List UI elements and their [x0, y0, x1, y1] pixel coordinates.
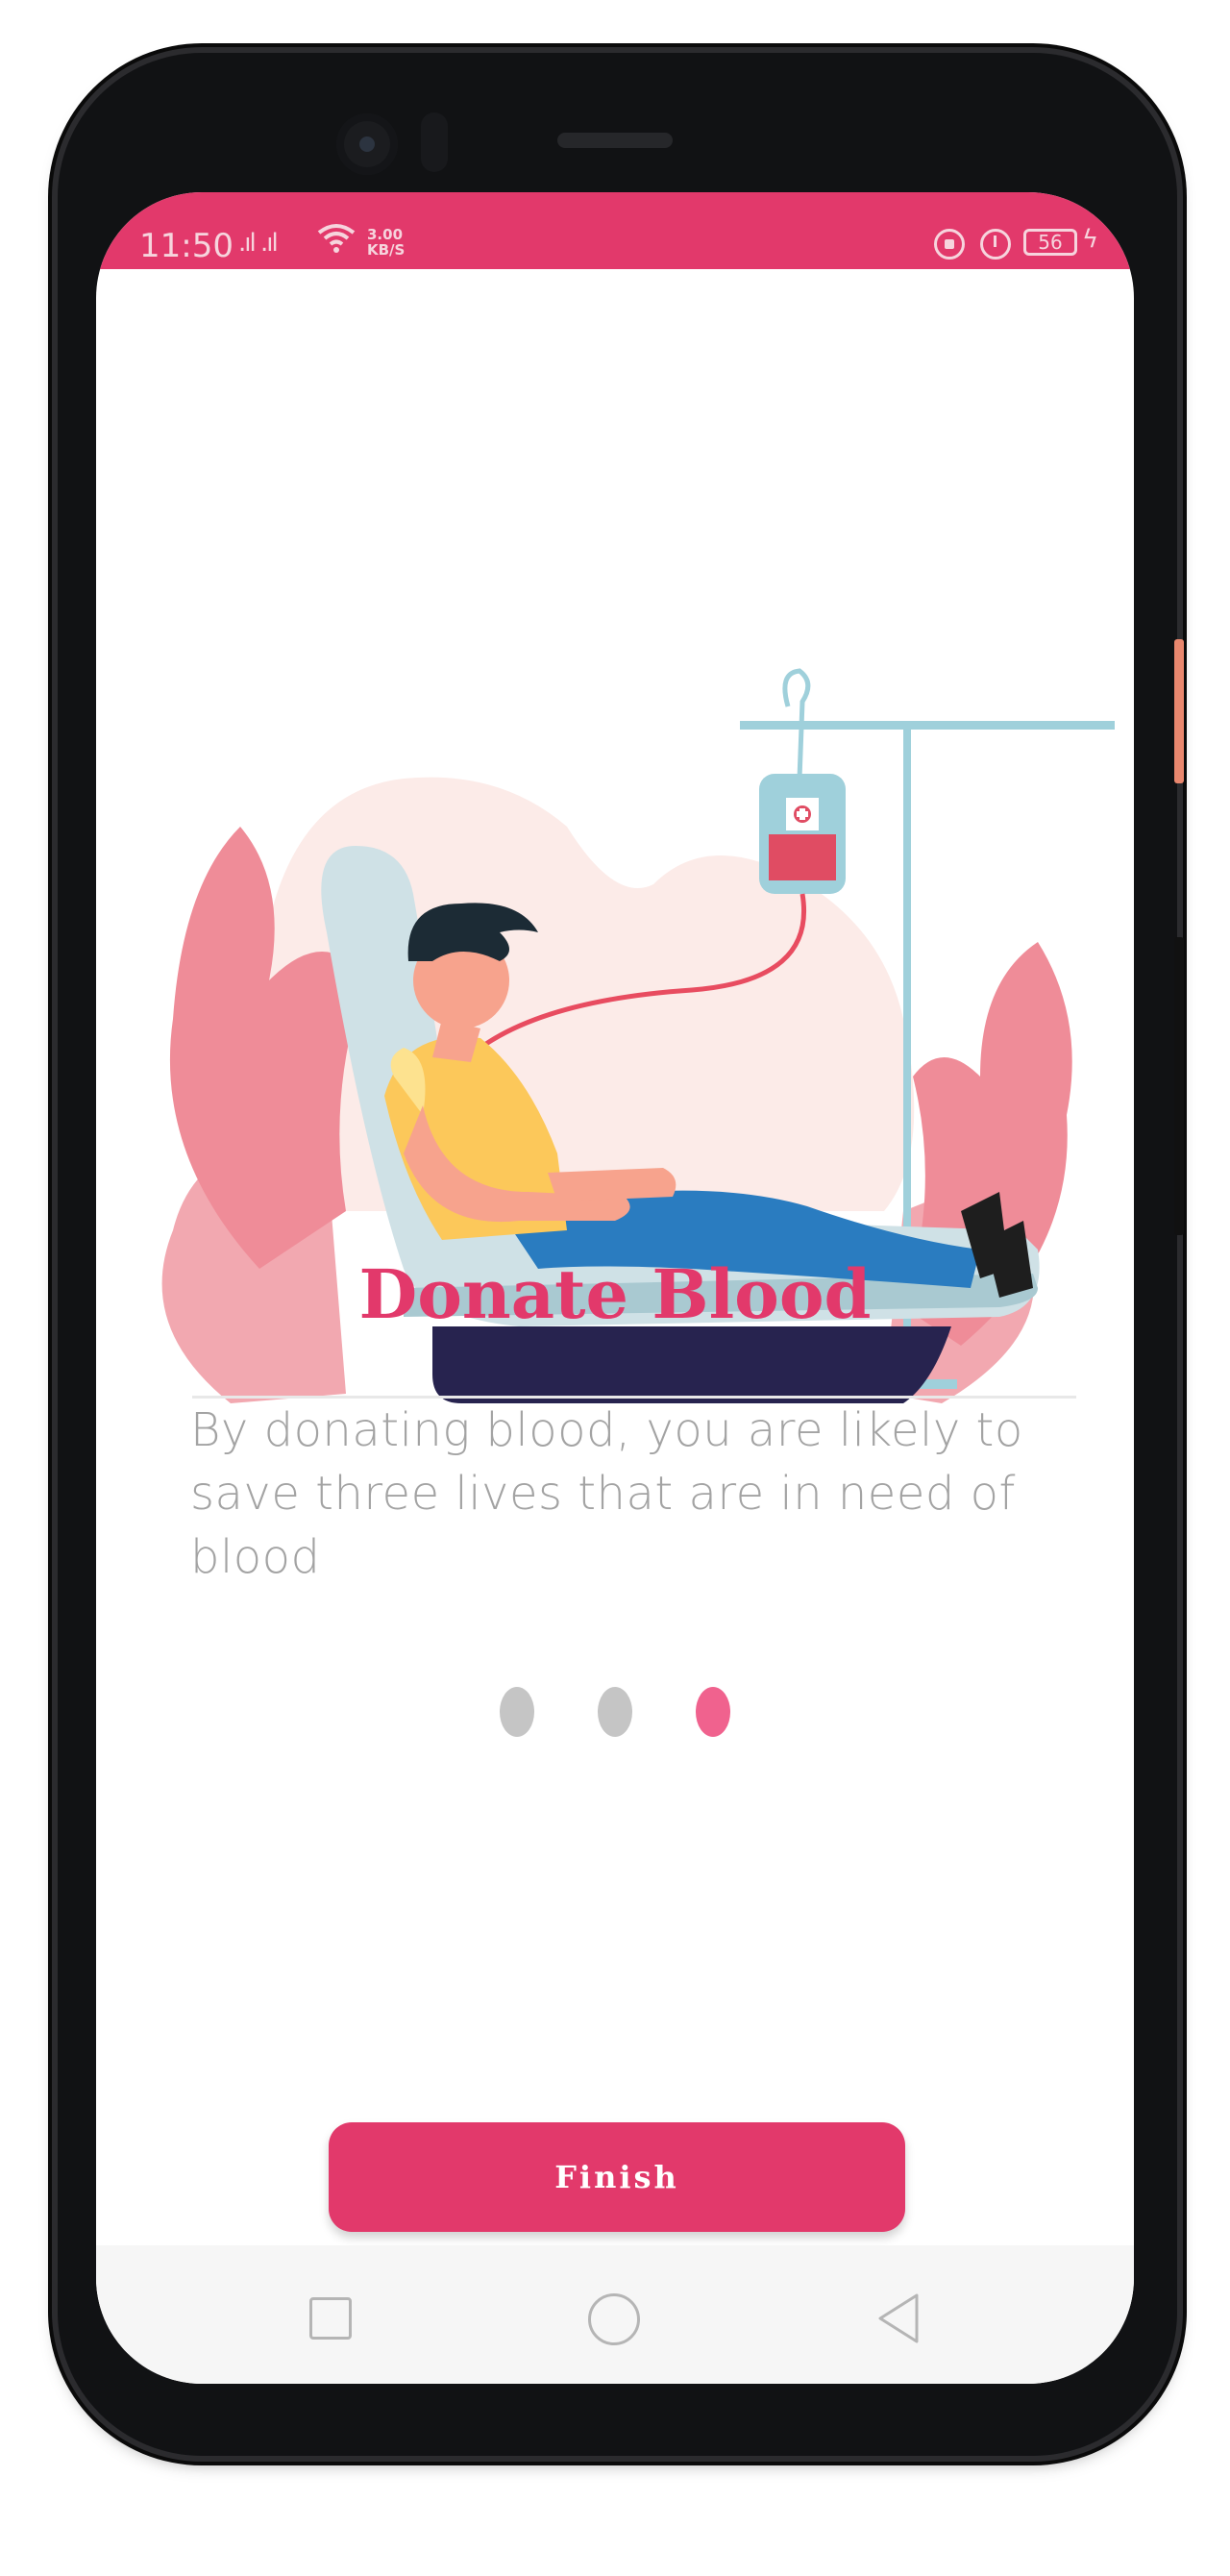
power-button: [1174, 639, 1184, 783]
navigation-bar: [96, 2245, 1134, 2384]
home-icon[interactable]: [588, 2293, 640, 2345]
alarm-icon: [980, 229, 1011, 260]
page-dot-1[interactable]: [500, 1687, 534, 1737]
status-bar: 11:50 .ıl .ıl 3.00 KB/S 56 ϟ: [96, 192, 1134, 269]
charging-icon: ϟ: [1082, 225, 1099, 254]
signal-icon: .ıl .ıl: [238, 229, 279, 258]
network-speed: 3.00 KB/S: [367, 227, 405, 258]
onboarding-title: Donate Blood: [358, 1254, 872, 1334]
onboarding-description: By donating blood, you are likely to sav…: [190, 1403, 1023, 1584]
front-camera: [336, 113, 398, 175]
finish-button[interactable]: Finish: [329, 2122, 905, 2232]
page-dot-2[interactable]: [598, 1687, 632, 1737]
battery-icon: 56: [1023, 229, 1077, 256]
app-screen: 11:50 .ıl .ıl 3.00 KB/S 56 ϟ Donate Bloo…: [96, 192, 1134, 2384]
page-indicator: [500, 1687, 788, 1737]
network-speed-unit: KB/S: [367, 241, 406, 259]
page-dot-3[interactable]: [696, 1687, 730, 1737]
lock-icon: [934, 229, 965, 260]
back-icon[interactable]: [874, 2291, 922, 2345]
volume-button: [1174, 937, 1184, 1235]
status-time: 11:50: [139, 227, 234, 265]
wifi-icon: [317, 224, 356, 253]
proximity-sensor: [421, 112, 448, 172]
recent-apps-icon[interactable]: [309, 2297, 352, 2340]
earpiece-speaker: [557, 133, 673, 148]
